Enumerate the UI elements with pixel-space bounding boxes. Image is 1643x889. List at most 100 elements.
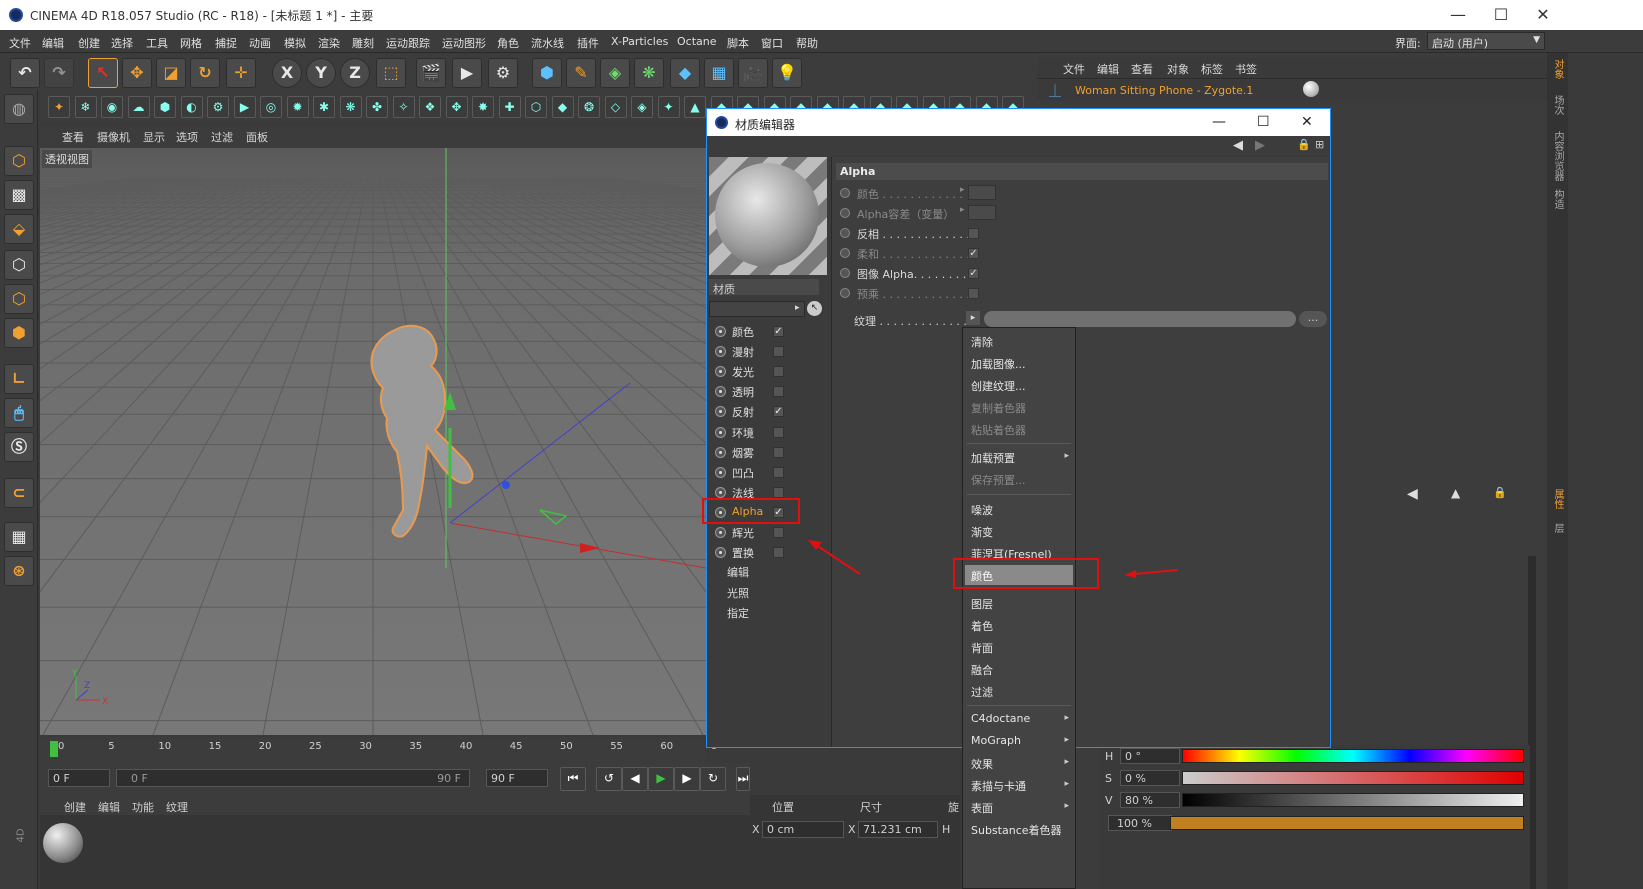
material-name-field[interactable] — [709, 301, 805, 317]
forward-arrow-icon[interactable]: ▶ — [1255, 138, 1265, 153]
cloner-button[interactable]: ❋ — [634, 58, 664, 88]
next-frame-button[interactable]: ▶ — [674, 767, 700, 791]
texture-mode-button[interactable]: ▩ — [4, 180, 34, 210]
side-tab[interactable]: 构造 — [1550, 189, 1565, 209]
end-frame-field[interactable]: 90 F — [486, 769, 548, 787]
channel-7[interactable]: 凹凸 — [715, 464, 810, 482]
side-tab[interactable]: 内容浏览器 — [1550, 131, 1565, 181]
alpha-prop-4[interactable]: 图像 Alpha. . . . . . . . . ✓ — [840, 264, 1010, 284]
context-menu-item[interactable]: 表面 — [971, 800, 993, 816]
channel-radio[interactable] — [715, 527, 726, 538]
object-row[interactable]: ⏊ Woman Sitting Phone - Zygote.1 — [1037, 80, 1547, 100]
channel-checkbox[interactable] — [773, 547, 784, 559]
channel-4[interactable]: 反射 ✓ — [715, 403, 810, 421]
position-x-field[interactable]: 0 cm — [762, 821, 844, 838]
lock-icon[interactable]: 🔒 — [1297, 138, 1311, 151]
side-tab[interactable]: 场次 — [1550, 95, 1565, 115]
plugin-tool-icon[interactable]: ❄ — [74, 96, 97, 118]
menu-item[interactable]: 雕刻 — [352, 35, 374, 51]
model-mode-button[interactable]: ⬡ — [4, 146, 34, 176]
viewport-menu-item[interactable]: 面板 — [246, 129, 268, 145]
plugin-tool-icon[interactable]: ✸ — [472, 96, 494, 118]
plugin-tool-icon[interactable]: ◇ — [604, 96, 627, 118]
material-tag-icon[interactable] — [1303, 81, 1319, 97]
menu-item[interactable]: 运动图形 — [442, 35, 486, 51]
context-menu-item[interactable]: Substance着色器 — [971, 822, 1062, 838]
alpha-prop-5[interactable]: 预乘 . . . . . . . . . . . . . . — [840, 284, 1010, 304]
plugin-tool-icon[interactable]: ▶ — [233, 96, 256, 118]
value-slider[interactable] — [1182, 793, 1524, 807]
object-manager-menu-item[interactable]: 书签 — [1235, 61, 1257, 77]
lock-workplane-button[interactable]: ▦ — [4, 522, 34, 552]
context-menu-item[interactable]: 着色 — [971, 618, 993, 634]
channel-checkbox[interactable] — [773, 366, 784, 378]
menu-item[interactable]: 模拟 — [284, 35, 306, 51]
pen-spline-button[interactable]: ✎ — [566, 58, 596, 88]
plugin-tool-icon[interactable]: ✹ — [286, 96, 309, 118]
prop-color-swatch[interactable] — [968, 205, 996, 220]
channel-0[interactable]: 颜色 ✓ — [715, 323, 810, 341]
channel-checkbox[interactable] — [773, 386, 784, 398]
y-axis-button[interactable]: Y — [306, 58, 336, 88]
channel-checkbox[interactable] — [773, 426, 784, 438]
hue-slider[interactable] — [1182, 749, 1524, 763]
render-picture-viewer-button[interactable]: ▶ — [452, 58, 482, 88]
channel-11[interactable]: 置换 — [715, 544, 810, 562]
undo-button[interactable]: ↶ — [10, 58, 40, 88]
plugin-tool-icon[interactable]: ✚ — [498, 96, 521, 118]
up-arrow-icon[interactable]: ▲ — [1451, 486, 1460, 500]
back-arrow-icon[interactable]: ◀ — [1407, 486, 1418, 502]
go-to-end-button[interactable]: ⏭ — [736, 767, 750, 791]
context-menu-item[interactable]: 创建纹理... — [971, 378, 1026, 394]
previous-frame-button[interactable]: ◀ — [622, 767, 648, 791]
plugin-tool-icon[interactable]: ◆ — [551, 96, 574, 118]
plugin-tool-icon[interactable]: ⬡ — [525, 96, 547, 118]
plugin-tool-icon[interactable]: ◐ — [180, 96, 203, 118]
material-manager-menu-item[interactable]: 功能 — [132, 799, 154, 815]
rotate-tool-button[interactable]: ↻ — [190, 58, 220, 88]
solo-button[interactable]: Ⓢ — [4, 432, 34, 462]
menu-item[interactable]: 文件 — [9, 35, 31, 51]
plugin-tool-icon[interactable]: ◉ — [101, 96, 123, 118]
context-menu-item[interactable]: 效果 — [971, 756, 993, 772]
channel-radio[interactable] — [715, 426, 726, 438]
prop-checkbox[interactable]: ✓ — [968, 248, 979, 259]
plugin-tool-icon[interactable]: ☁ — [127, 96, 150, 118]
cube-object-button[interactable]: ⬢ — [532, 58, 562, 88]
menu-item[interactable]: 角色 — [497, 35, 519, 51]
context-menu-item[interactable]: 融合 — [971, 662, 993, 678]
plugin-tool-icon[interactable]: ▲ — [684, 96, 706, 118]
menu-item[interactable]: 脚本 — [727, 35, 749, 51]
material-preview[interactable] — [709, 157, 827, 275]
context-menu-item[interactable]: 清除 — [971, 334, 993, 350]
menu-item[interactable]: 编辑 — [42, 35, 64, 51]
prop-checkbox[interactable] — [968, 228, 979, 239]
channel-10[interactable]: 辉光 — [715, 524, 810, 542]
subdivision-surface-button[interactable]: ◈ — [600, 58, 630, 88]
channel-6[interactable]: 烟雾 — [715, 444, 810, 462]
plugin-tool-icon[interactable]: ⬢ — [154, 96, 176, 118]
points-mode-button[interactable]: ⬡ — [4, 250, 34, 280]
alpha-prop-2[interactable]: 反相 . . . . . . . . . . . . . . — [840, 224, 1010, 244]
polygons-mode-button[interactable]: ⬢ — [4, 318, 34, 348]
menu-item[interactable]: 窗口 — [761, 35, 783, 51]
camera-button[interactable]: 🎥 — [738, 58, 768, 88]
plugin-tool-icon[interactable]: ❂ — [578, 96, 600, 118]
menu-item[interactable]: 渲染 — [318, 35, 340, 51]
channel-radio[interactable] — [715, 366, 726, 378]
back-arrow-icon[interactable]: ◀ — [1233, 138, 1243, 153]
context-menu-item[interactable]: MoGraph — [971, 734, 1021, 747]
menu-item[interactable]: 创建 — [78, 35, 100, 51]
material-manager-menu-item[interactable]: 纹理 — [166, 799, 188, 815]
dialog-close-button[interactable]: ✕ — [1301, 114, 1313, 130]
previous-key-button[interactable]: ↺ — [596, 767, 622, 791]
expand-arrow-icon[interactable]: ▸ — [795, 303, 800, 313]
plugin-tool-icon[interactable]: ⚙ — [207, 96, 229, 118]
live-select-button[interactable]: ↖ — [88, 58, 118, 88]
object-manager-menu-item[interactable]: 对象 — [1167, 61, 1189, 77]
dialog-minimize-button[interactable]: — — [1212, 114, 1226, 130]
channel-1[interactable]: 漫射 — [715, 343, 810, 361]
prop-expand-arrow[interactable]: ▸ — [960, 205, 965, 215]
tweak-mode-button[interactable]: 🖱 — [4, 398, 34, 428]
plugin-tool-icon[interactable]: ✦ — [48, 96, 70, 118]
